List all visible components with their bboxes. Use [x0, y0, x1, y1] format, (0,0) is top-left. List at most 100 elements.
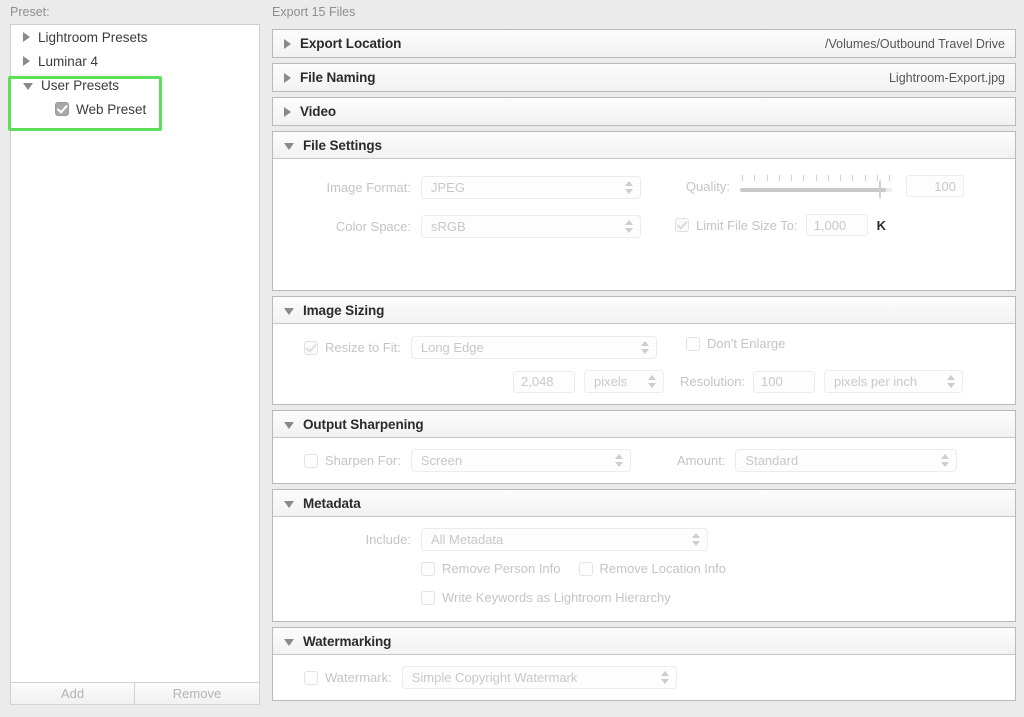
image-format-select[interactable]: JPEG [421, 176, 641, 199]
chevron-down-icon[interactable] [284, 142, 294, 150]
limit-file-size-field[interactable]: 1,000 [805, 214, 868, 236]
write-keywords-checkbox[interactable] [421, 590, 435, 605]
resize-to-fit-checkbox[interactable] [304, 340, 318, 355]
preset-button-bar: Add Remove [10, 682, 260, 705]
resize-mode-select[interactable]: Long Edge [410, 336, 657, 359]
resize-to-fit-label: Resize to Fit: [325, 340, 401, 355]
panel-file-naming: File Naming Lightroom-Export.jpg [272, 63, 1016, 92]
panel-watermarking: Watermarking Watermark: Simple Copyright… [272, 627, 1016, 701]
limit-file-size-checkbox[interactable] [675, 218, 689, 232]
tree-item-label: Lightroom Presets [38, 29, 148, 45]
add-preset-button[interactable]: Add [10, 682, 135, 705]
sharpen-for-label: Sharpen For: [325, 453, 401, 468]
quality-slider-ticks [742, 175, 890, 182]
panel-title: Watermarking [303, 633, 392, 649]
panel-title: File Naming [300, 70, 376, 85]
stepper-arrows-icon[interactable] [692, 532, 701, 547]
panel-title: File Settings [303, 137, 382, 153]
tree-item-user-presets[interactable]: User Presets [11, 73, 259, 97]
dont-enlarge-label: Don't Enlarge [707, 336, 786, 351]
panel-output-sharpening: Output Sharpening Sharpen For: Screen Am… [272, 410, 1016, 484]
panel-summary: /Volumes/Outbound Travel Drive [825, 36, 1005, 51]
sharpen-amount-value: Standard [745, 453, 799, 468]
stepper-arrows-icon[interactable] [625, 219, 634, 234]
tree-item-label: User Presets [41, 77, 120, 93]
chevron-right-icon[interactable] [23, 56, 30, 66]
chevron-right-icon[interactable] [23, 32, 30, 42]
size-units-select[interactable]: pixels [584, 370, 664, 393]
panel-header-file-naming[interactable]: File Naming Lightroom-Export.jpg [273, 64, 1015, 91]
panel-image-sizing: Image Sizing Resize to Fit: Long Edge Do… [272, 296, 1016, 405]
panel-header-export-location[interactable]: Export Location /Volumes/Outbound Travel… [273, 30, 1015, 57]
chevron-down-icon[interactable] [284, 307, 294, 315]
panel-body-output-sharpening: Sharpen For: Screen Amount: Standard [273, 438, 1015, 483]
panel-body-metadata: Include: All Metadata Remove Person Info… [273, 517, 1015, 621]
panel-header-watermarking[interactable]: Watermarking [273, 628, 1015, 655]
quality-label: Quality: [685, 178, 730, 194]
sharpen-for-value: Screen [420, 453, 463, 468]
chevron-down-icon[interactable] [284, 638, 294, 646]
resize-mode-value: Long Edge [420, 340, 484, 355]
limit-file-size-units: K [876, 217, 887, 233]
chevron-down-icon[interactable] [284, 500, 294, 508]
chevron-down-icon[interactable] [284, 421, 294, 429]
stepper-arrows-icon[interactable] [941, 453, 950, 468]
panel-metadata: Metadata Include: All Metadata Remove Pe… [272, 489, 1016, 622]
stepper-arrows-icon[interactable] [614, 453, 624, 468]
stepper-arrows-icon[interactable] [625, 180, 634, 195]
chevron-down-icon[interactable] [23, 82, 33, 90]
panel-title: Image Sizing [303, 302, 385, 318]
tree-item-web-preset[interactable]: Web Preset [11, 97, 259, 121]
metadata-include-value: All Metadata [431, 532, 504, 547]
panel-title: Video [300, 104, 337, 119]
export-settings-panel: Export 15 Files Export Location /Volumes… [262, 0, 1024, 717]
stepper-arrows-icon[interactable] [660, 670, 670, 685]
panel-header-metadata[interactable]: Metadata [273, 490, 1015, 517]
sharpen-amount-select[interactable]: Standard [735, 449, 958, 472]
remove-location-info-checkbox[interactable] [578, 561, 593, 576]
watermark-checkbox[interactable] [304, 670, 318, 685]
watermark-select[interactable]: Simple Copyright Watermark [401, 666, 677, 689]
tree-item-luminar-4[interactable]: Luminar 4 [11, 49, 259, 73]
sharpen-amount-label: Amount: [677, 453, 726, 468]
panel-header-file-settings[interactable]: File Settings [273, 132, 1015, 159]
sharpen-for-checkbox[interactable] [304, 453, 318, 468]
remove-person-info-checkbox[interactable] [421, 561, 435, 576]
quality-value-field[interactable]: 100 [906, 175, 964, 197]
color-space-select[interactable]: sRGB [421, 215, 641, 238]
color-space-value: sRGB [431, 219, 466, 234]
chevron-right-icon[interactable] [284, 72, 291, 83]
remove-preset-button[interactable]: Remove [135, 682, 260, 705]
resolution-label: Resolution: [680, 374, 746, 389]
tree-item-lightroom-presets[interactable]: Lightroom Presets [11, 25, 259, 49]
preset-tree-list[interactable]: Lightroom Presets Luminar 4 User Presets… [10, 24, 260, 683]
preset-panel: Preset: Lightroom Presets Luminar 4 User… [0, 0, 262, 717]
panel-title: Metadata [303, 495, 361, 511]
resolution-field[interactable]: 100 [753, 370, 816, 393]
tree-item-label: Luminar 4 [38, 53, 99, 69]
image-size-field[interactable]: 2,048 [513, 370, 575, 393]
stepper-arrows-icon[interactable] [640, 340, 650, 355]
image-format-label: Image Format: [326, 180, 411, 195]
panel-body-watermarking: Watermark: Simple Copyright Watermark [273, 655, 1015, 700]
panel-title: Export Location [300, 36, 402, 51]
web-preset-checkbox[interactable] [55, 102, 69, 116]
resolution-units-value: pixels per inch [834, 374, 918, 389]
stepper-arrows-icon[interactable] [648, 374, 657, 389]
sharpen-for-select[interactable]: Screen [410, 449, 631, 472]
quality-slider-knob[interactable] [879, 180, 894, 199]
panel-header-image-sizing[interactable]: Image Sizing [273, 297, 1015, 324]
resolution-units-select[interactable]: pixels per inch [824, 370, 964, 393]
dont-enlarge-checkbox[interactable] [686, 336, 700, 351]
image-format-value: JPEG [431, 180, 465, 195]
chevron-right-icon[interactable] [284, 106, 291, 117]
panel-title: Output Sharpening [303, 416, 424, 432]
panel-header-video[interactable]: Video [273, 98, 1015, 125]
quality-slider[interactable] [740, 175, 894, 199]
metadata-include-select[interactable]: All Metadata [421, 528, 708, 551]
panel-header-output-sharpening[interactable]: Output Sharpening [273, 411, 1015, 438]
chevron-right-icon[interactable] [284, 38, 291, 49]
limit-file-size-label: Limit File Size To: [696, 217, 798, 233]
stepper-arrows-icon[interactable] [947, 374, 956, 389]
watermark-value: Simple Copyright Watermark [411, 670, 578, 685]
